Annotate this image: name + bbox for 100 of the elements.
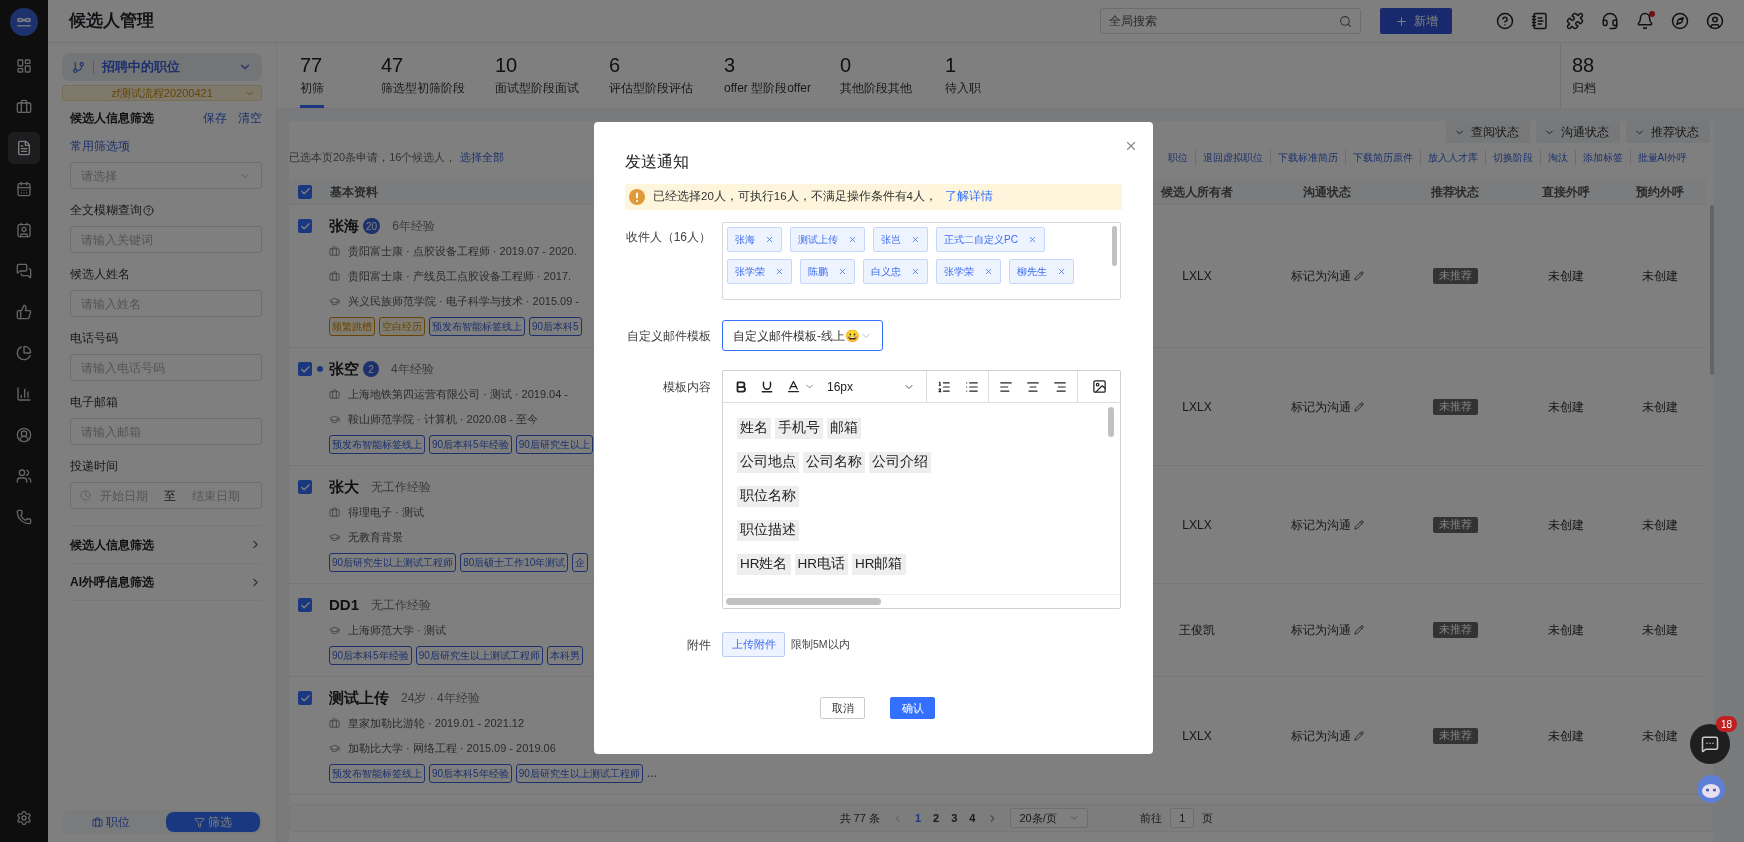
checkbox[interactable] — [298, 362, 312, 376]
align-right-icon[interactable] — [1053, 379, 1067, 394]
pencil-icon[interactable] — [1353, 401, 1364, 412]
headset-icon[interactable] — [1601, 12, 1619, 30]
robot-avatar-icon[interactable] — [1696, 774, 1726, 804]
cancel-button[interactable]: 取消 — [820, 697, 865, 719]
stage-tab[interactable]: 10 面试型阶段面试 — [495, 43, 609, 108]
scrollbar[interactable] — [1108, 407, 1114, 437]
filter-section-header[interactable]: 候选人信息筛选 — [70, 525, 262, 563]
help-icon[interactable] — [1496, 12, 1514, 30]
position-select[interactable]: 招聘中的职位 — [62, 53, 262, 81]
recipient-tag[interactable]: 张海 — [727, 227, 782, 252]
checkbox[interactable] — [298, 480, 312, 494]
bell-icon[interactable] — [1636, 12, 1654, 30]
align-center-icon[interactable] — [1026, 379, 1040, 394]
action-link[interactable]: 下载简历原件 — [1344, 149, 1420, 165]
action-link[interactable]: 退回虚拟职位 — [1194, 149, 1270, 165]
pencil-icon[interactable] — [1353, 519, 1364, 530]
remove-icon[interactable] — [838, 267, 847, 276]
remove-icon[interactable] — [775, 267, 784, 276]
panel-tab[interactable]: 筛选 — [166, 812, 260, 832]
recipient-tag[interactable]: 张学荣 — [936, 259, 1001, 284]
page-number[interactable]: 2 — [933, 809, 940, 827]
search-field[interactable]: 全局搜索 — [1100, 8, 1361, 34]
pencil-icon[interactable] — [1353, 271, 1364, 281]
remove-icon[interactable] — [984, 267, 993, 276]
page-number[interactable]: 1 — [914, 809, 922, 827]
notebook-icon[interactable] — [1531, 12, 1549, 30]
checkbox[interactable] — [298, 691, 312, 705]
action-link[interactable]: 批量AI外呼 — [1629, 149, 1694, 165]
nav-item[interactable] — [8, 132, 40, 164]
font-size-select[interactable]: 16px — [827, 377, 915, 396]
status-filter-dropdown[interactable]: 推荐状态 — [1626, 121, 1710, 143]
remove-icon[interactable] — [911, 235, 920, 244]
ordered-list-icon[interactable] — [936, 379, 951, 394]
page-number[interactable]: 3 — [951, 809, 958, 827]
upload-button[interactable]: 上传附件 — [722, 632, 785, 657]
remove-icon[interactable] — [911, 267, 920, 276]
clear-link[interactable]: 清空 — [238, 109, 262, 127]
candidate-name[interactable]: 张空 — [329, 357, 359, 381]
remove-icon[interactable] — [765, 235, 774, 244]
text-color-icon[interactable] — [786, 379, 801, 394]
recipient-tag[interactable]: 测试上传 — [790, 227, 865, 252]
status-filter-dropdown[interactable]: 沟通状态 — [1536, 121, 1620, 143]
remove-icon[interactable] — [848, 235, 857, 244]
align-left-icon[interactable] — [999, 379, 1013, 394]
page-input[interactable]: 1 — [1170, 808, 1195, 828]
action-link[interactable]: 下载标准简历 — [1269, 149, 1345, 165]
action-link[interactable]: 添加标签 — [1574, 149, 1630, 165]
select-all-link[interactable]: 选择全部 — [460, 148, 505, 166]
page-size-select[interactable]: 20条/页 — [1010, 808, 1089, 828]
checkbox[interactable] — [298, 219, 312, 233]
action-link[interactable]: 切换阶段 — [1484, 149, 1540, 165]
recipients-field[interactable]: 张海 测试上传 张岂 正式二自定义PC 张学荣 陈鹏 白义忠 张学荣 柳先生 — [722, 222, 1121, 300]
status-filter-dropdown[interactable]: 查阅状态 — [1446, 121, 1530, 143]
stage-tab[interactable]: 3 offer 型阶段offer — [724, 43, 840, 108]
pencil-icon[interactable] — [1353, 730, 1364, 741]
scrollbar[interactable] — [1112, 226, 1117, 266]
candidate-name[interactable]: DD1 — [329, 593, 359, 617]
remove-icon[interactable] — [1057, 267, 1066, 276]
stage-tab[interactable]: 6 评估型阶段评估 — [609, 43, 724, 108]
stage-tab[interactable]: 77 初筛 — [300, 43, 381, 108]
confirm-button[interactable]: 确认 — [890, 697, 935, 719]
stage-tab[interactable]: 47 筛选型初筛阶段 — [381, 43, 495, 108]
candidate-name[interactable]: 张海 — [329, 214, 359, 238]
bullet-list-icon[interactable] — [964, 379, 979, 394]
pencil-icon[interactable] — [1353, 625, 1364, 635]
action-link[interactable]: 职位 — [1160, 149, 1195, 165]
recipient-tag[interactable]: 柳先生 — [1009, 259, 1074, 284]
image-icon[interactable] — [1091, 379, 1107, 394]
checkbox[interactable] — [298, 598, 312, 612]
user-icon[interactable] — [1706, 12, 1724, 30]
template-select[interactable]: 自定义邮件模板-线上😀 — [722, 320, 883, 351]
settings-icon[interactable] — [16, 810, 32, 826]
recipient-tag[interactable]: 正式二自定义PC — [936, 227, 1045, 252]
bold-icon[interactable] — [734, 379, 748, 394]
learn-more-link[interactable]: 了解详情 — [945, 188, 993, 206]
remove-icon[interactable] — [1027, 235, 1037, 244]
action-link[interactable]: 放入人才库 — [1419, 149, 1485, 165]
checkbox[interactable] — [298, 184, 312, 199]
close-icon[interactable] — [1124, 139, 1138, 153]
candidate-name[interactable]: 张大 — [329, 475, 359, 499]
scrollbar[interactable] — [726, 598, 881, 605]
puzzle-icon[interactable] — [1566, 12, 1584, 30]
recipient-tag[interactable]: 张学荣 — [727, 259, 792, 284]
recipient-tag[interactable]: 张岂 — [873, 227, 928, 252]
candidate-name[interactable]: 测试上传 — [329, 686, 389, 710]
action-link[interactable]: 淘汰 — [1539, 149, 1575, 165]
compass-icon[interactable] — [1671, 12, 1689, 30]
recipient-tag[interactable]: 白义忠 — [863, 259, 928, 284]
new-button[interactable]: 新增 — [1380, 8, 1452, 34]
page-number[interactable]: 4 — [969, 809, 976, 827]
rich-text-editor[interactable]: 16px 姓名 手机号 邮箱 公司地点 公司名称 公司介绍 职位名称 职位描述 HR姓名 HR电话 HR邮箱 — [722, 370, 1121, 609]
panel-tab[interactable]: 职位 — [64, 812, 158, 832]
stage-tab[interactable]: 88 归档 — [1572, 43, 1652, 108]
save-link[interactable]: 保存 — [203, 109, 227, 127]
filter-section-header[interactable]: AI外呼信息筛选 — [70, 563, 262, 601]
stage-tab[interactable]: 1 待入职 — [945, 43, 1035, 108]
underline-icon[interactable] — [760, 379, 774, 394]
recipient-tag[interactable]: 陈鹏 — [800, 259, 855, 284]
